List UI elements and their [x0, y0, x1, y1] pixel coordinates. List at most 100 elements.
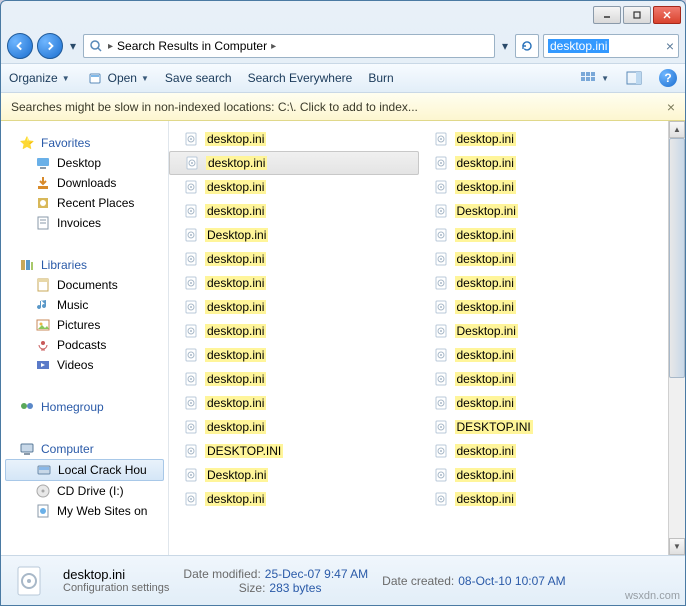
- file-item[interactable]: desktop.ini: [169, 343, 419, 367]
- vertical-scrollbar[interactable]: ▲ ▼: [668, 121, 685, 555]
- ini-file-icon: [183, 299, 199, 315]
- file-item[interactable]: Desktop.ini: [419, 319, 669, 343]
- sidebar-item-label: Videos: [57, 358, 93, 372]
- ini-file-icon: [183, 371, 199, 387]
- burn-button[interactable]: Burn: [368, 71, 393, 85]
- minimize-button[interactable]: [593, 6, 621, 24]
- file-item[interactable]: desktop.ini: [169, 175, 419, 199]
- file-item[interactable]: Desktop.ini: [169, 463, 419, 487]
- scroll-down-button[interactable]: ▼: [669, 538, 685, 555]
- file-item[interactable]: desktop.ini: [169, 391, 419, 415]
- folder-icon: [35, 175, 51, 191]
- file-name: desktop.ini: [205, 300, 266, 314]
- file-item[interactable]: desktop.ini: [419, 439, 669, 463]
- ini-file-icon: [433, 419, 449, 435]
- back-button[interactable]: [7, 33, 33, 59]
- file-name: desktop.ini: [455, 132, 516, 146]
- sidebar-head-homegroup[interactable]: Homegroup: [1, 397, 168, 417]
- nav-history-dropdown[interactable]: ▾: [67, 33, 79, 59]
- breadcrumb-text: Search Results in Computer: [117, 39, 267, 53]
- view-menu[interactable]: ▼: [579, 69, 609, 87]
- file-item[interactable]: desktop.ini: [169, 319, 419, 343]
- refresh-button[interactable]: [515, 34, 539, 58]
- sidebar-homegroup: Homegroup: [1, 393, 168, 425]
- sidebar-item[interactable]: Music: [1, 295, 168, 315]
- file-item[interactable]: desktop.ini: [169, 199, 419, 223]
- file-item[interactable]: desktop.ini: [169, 487, 419, 511]
- file-item[interactable]: Desktop.ini: [169, 223, 419, 247]
- breadcrumb-dropdown[interactable]: ▾: [499, 33, 511, 59]
- file-item[interactable]: desktop.ini: [419, 247, 669, 271]
- file-item[interactable]: desktop.ini: [419, 391, 669, 415]
- sidebar-item[interactable]: Invoices: [1, 213, 168, 233]
- file-item[interactable]: desktop.ini: [419, 343, 669, 367]
- file-item[interactable]: desktop.ini: [419, 175, 669, 199]
- sidebar-item[interactable]: Pictures: [1, 315, 168, 335]
- sidebar-item[interactable]: Recent Places: [1, 193, 168, 213]
- sidebar-item[interactable]: Documents: [1, 275, 168, 295]
- file-item[interactable]: desktop.ini: [419, 295, 669, 319]
- ini-file-icon: [183, 491, 199, 507]
- file-name: desktop.ini: [205, 252, 266, 266]
- sidebar-item[interactable]: Local Crack Hou: [5, 459, 164, 481]
- open-menu[interactable]: Open▼: [86, 69, 149, 87]
- file-column-right: desktop.inidesktop.inidesktop.iniDesktop…: [419, 121, 669, 555]
- preview-pane-button[interactable]: [625, 69, 643, 87]
- file-name: Desktop.ini: [205, 228, 268, 242]
- file-item[interactable]: desktop.ini: [169, 367, 419, 391]
- file-item[interactable]: desktop.ini: [419, 487, 669, 511]
- file-name: desktop.ini: [205, 420, 266, 434]
- save-search-button[interactable]: Save search: [165, 71, 232, 85]
- sidebar-item[interactable]: Videos: [1, 355, 168, 375]
- file-item[interactable]: desktop.ini: [169, 127, 419, 151]
- ini-file-icon: [183, 203, 199, 219]
- sidebar-head-libraries[interactable]: Libraries: [1, 255, 168, 275]
- scroll-track[interactable]: [669, 138, 685, 538]
- file-item[interactable]: Desktop.ini: [419, 199, 669, 223]
- file-item[interactable]: DESKTOP.INI: [169, 439, 419, 463]
- ini-file-icon: [183, 227, 199, 243]
- file-item[interactable]: desktop.ini: [169, 271, 419, 295]
- file-item[interactable]: desktop.ini: [419, 463, 669, 487]
- file-item[interactable]: desktop.ini: [169, 151, 419, 175]
- search-input[interactable]: desktop.ini ×: [543, 34, 679, 58]
- clear-search-button[interactable]: ×: [666, 38, 674, 54]
- sidebar-item-label: Pictures: [57, 318, 100, 332]
- sidebar-item[interactable]: Podcasts: [1, 335, 168, 355]
- infobar[interactable]: Searches might be slow in non-indexed lo…: [1, 93, 685, 121]
- file-item[interactable]: desktop.ini: [169, 247, 419, 271]
- breadcrumb[interactable]: ▸ Search Results in Computer ▸: [83, 34, 495, 58]
- sidebar-head-favorites[interactable]: ⭐Favorites: [1, 133, 168, 153]
- sidebar-head-computer[interactable]: Computer: [1, 439, 168, 459]
- close-button[interactable]: [653, 6, 681, 24]
- file-item[interactable]: desktop.ini: [169, 295, 419, 319]
- sidebar-item[interactable]: Downloads: [1, 173, 168, 193]
- file-name: Desktop.ini: [455, 324, 518, 338]
- file-item[interactable]: desktop.ini: [419, 151, 669, 175]
- ini-file-icon: [183, 251, 199, 267]
- file-item[interactable]: desktop.ini: [419, 127, 669, 151]
- details-pane: desktop.ini Configuration settings Date …: [1, 555, 685, 605]
- file-item[interactable]: desktop.ini: [419, 271, 669, 295]
- scroll-up-button[interactable]: ▲: [669, 121, 685, 138]
- file-item[interactable]: DESKTOP.INI: [419, 415, 669, 439]
- search-everywhere-button[interactable]: Search Everywhere: [248, 71, 353, 85]
- ini-file-icon: [183, 419, 199, 435]
- scroll-thumb[interactable]: [669, 138, 685, 378]
- ini-file-icon: [433, 275, 449, 291]
- sidebar-item[interactable]: My Web Sites on: [1, 501, 168, 521]
- file-item[interactable]: desktop.ini: [419, 367, 669, 391]
- organize-menu[interactable]: Organize▼: [9, 71, 70, 85]
- file-name: DESKTOP.INI: [455, 420, 533, 434]
- infobar-text: Searches might be slow in non-indexed lo…: [11, 100, 418, 114]
- sidebar-item[interactable]: Desktop: [1, 153, 168, 173]
- file-column-left: desktop.inidesktop.inidesktop.inidesktop…: [169, 121, 419, 555]
- ini-file-icon: [433, 467, 449, 483]
- file-item[interactable]: desktop.ini: [419, 223, 669, 247]
- forward-button[interactable]: [37, 33, 63, 59]
- file-item[interactable]: desktop.ini: [169, 415, 419, 439]
- maximize-button[interactable]: [623, 6, 651, 24]
- infobar-close-button[interactable]: ×: [667, 99, 675, 115]
- sidebar-item[interactable]: CD Drive (I:): [1, 481, 168, 501]
- help-button[interactable]: ?: [659, 69, 677, 87]
